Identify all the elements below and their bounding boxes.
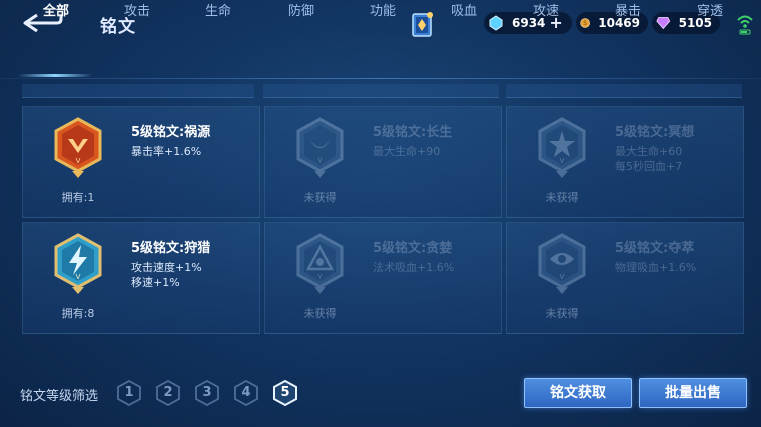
- rune-longevity-icon: V: [296, 117, 344, 178]
- rune-card[interactable]: V 5级铭文:狩猎 攻击速度+1% 移速+1% 拥有:8: [22, 222, 260, 334]
- tab-crit[interactable]: 暴击: [602, 0, 654, 28]
- tab-utility[interactable]: 功能: [357, 0, 409, 28]
- rune-owned: 未获得: [303, 191, 337, 204]
- svg-text:V: V: [560, 157, 565, 165]
- level-filter-2[interactable]: 2: [155, 379, 181, 407]
- rune-card[interactable]: V 5级铭文:夺萃 物理吸血+1.6% 未获得: [506, 222, 744, 334]
- rune-stat: 移速+1%: [131, 276, 180, 289]
- rune-stat: 最大生命+60: [615, 145, 683, 158]
- bulk-sell-button[interactable]: 批量出售: [639, 378, 747, 408]
- rune-grid[interactable]: V 5级铭文:祸源 暴击率+1.6% 拥有:1 V 5级铭文:长生 最大生命+9…: [18, 84, 744, 354]
- acquire-runes-button[interactable]: 铭文获取: [524, 378, 632, 408]
- level-number: 4: [241, 385, 251, 400]
- rune-greed-icon: V: [296, 233, 344, 294]
- level-filter-4[interactable]: 4: [233, 379, 259, 407]
- svg-text:V: V: [560, 273, 565, 281]
- tab-all[interactable]: 全部: [30, 0, 82, 28]
- rune-name: 5级铭文:祸源: [131, 125, 211, 140]
- gem-icon: [656, 17, 671, 30]
- tab-attack[interactable]: 攻击: [111, 0, 163, 28]
- rune-name: 5级铭文:狩猎: [131, 241, 211, 256]
- rune-meditation-icon: V: [538, 117, 586, 178]
- rune-owned: 未获得: [545, 307, 579, 320]
- level-number: 3: [202, 385, 212, 400]
- wifi-signal-icon: [736, 12, 754, 36]
- grid-top-strip: [263, 84, 499, 98]
- level-filter-1[interactable]: 1: [116, 379, 142, 407]
- active-tab-indicator: [18, 74, 92, 77]
- gold-coin-icon: S: [580, 18, 590, 28]
- tab-defense[interactable]: 防御: [275, 0, 327, 28]
- rune-name: 5级铭文:冥想: [615, 125, 695, 140]
- rune-stat: 最大生命+90: [373, 145, 441, 158]
- svg-text:V: V: [318, 273, 323, 281]
- level-number: 2: [163, 385, 173, 400]
- tab-lifesteal[interactable]: 吸血: [438, 0, 490, 28]
- rune-stat: 暴击率+1.6%: [131, 145, 202, 158]
- rune-name: 5级铭文:长生: [373, 125, 453, 140]
- svg-text:V: V: [318, 157, 323, 165]
- rune-disaster-icon: V: [54, 117, 102, 178]
- rune-owned: 未获得: [545, 191, 579, 204]
- rune-name: 5级铭文:贪婪: [373, 241, 453, 256]
- grid-top-strip: [22, 84, 254, 98]
- rune-name: 5级铭文:夺萃: [615, 241, 695, 256]
- rune-stat: 攻击速度+1%: [131, 261, 202, 274]
- rune-owned: 拥有:8: [61, 307, 95, 320]
- rune-book-icon[interactable]: [410, 10, 434, 40]
- svg-text:V: V: [76, 157, 81, 165]
- rune-stat: 每5秒回血+7: [615, 160, 683, 173]
- rune-card[interactable]: V 5级铭文:长生 最大生命+90 未获得: [264, 106, 502, 218]
- tab-health[interactable]: 生命: [192, 0, 244, 28]
- rune-owned: 拥有:1: [61, 191, 95, 204]
- grid-top-strip: [506, 84, 742, 98]
- tab-divider: [0, 78, 761, 79]
- rune-card[interactable]: V 5级铭文:冥想 最大生命+60 每5秒回血+7 未获得: [506, 106, 744, 218]
- rune-owned: 未获得: [303, 307, 337, 320]
- tab-penetration[interactable]: 穿透: [684, 0, 736, 28]
- rune-hunt-icon: V: [54, 233, 102, 294]
- rune-card[interactable]: V 5级铭文:祸源 暴击率+1.6% 拥有:1: [22, 106, 260, 218]
- level-number: 1: [124, 385, 134, 400]
- level-filter-3[interactable]: 3: [194, 379, 220, 407]
- tab-attack-speed[interactable]: 攻速: [520, 0, 572, 28]
- level-number: 5: [280, 385, 290, 400]
- svg-text:V: V: [76, 273, 81, 281]
- rune-plunder-icon: V: [538, 233, 586, 294]
- diamond-icon: [489, 15, 503, 31]
- rune-card[interactable]: V 5级铭文:贪婪 法术吸血+1.6% 未获得: [264, 222, 502, 334]
- rune-stat: 法术吸血+1.6%: [373, 261, 455, 274]
- svg-text:S: S: [583, 21, 587, 27]
- rune-stat: 物理吸血+1.6%: [615, 261, 697, 274]
- level-filter-label: 铭文等级筛选: [20, 389, 99, 404]
- level-filter-5[interactable]: 5: [272, 379, 298, 407]
